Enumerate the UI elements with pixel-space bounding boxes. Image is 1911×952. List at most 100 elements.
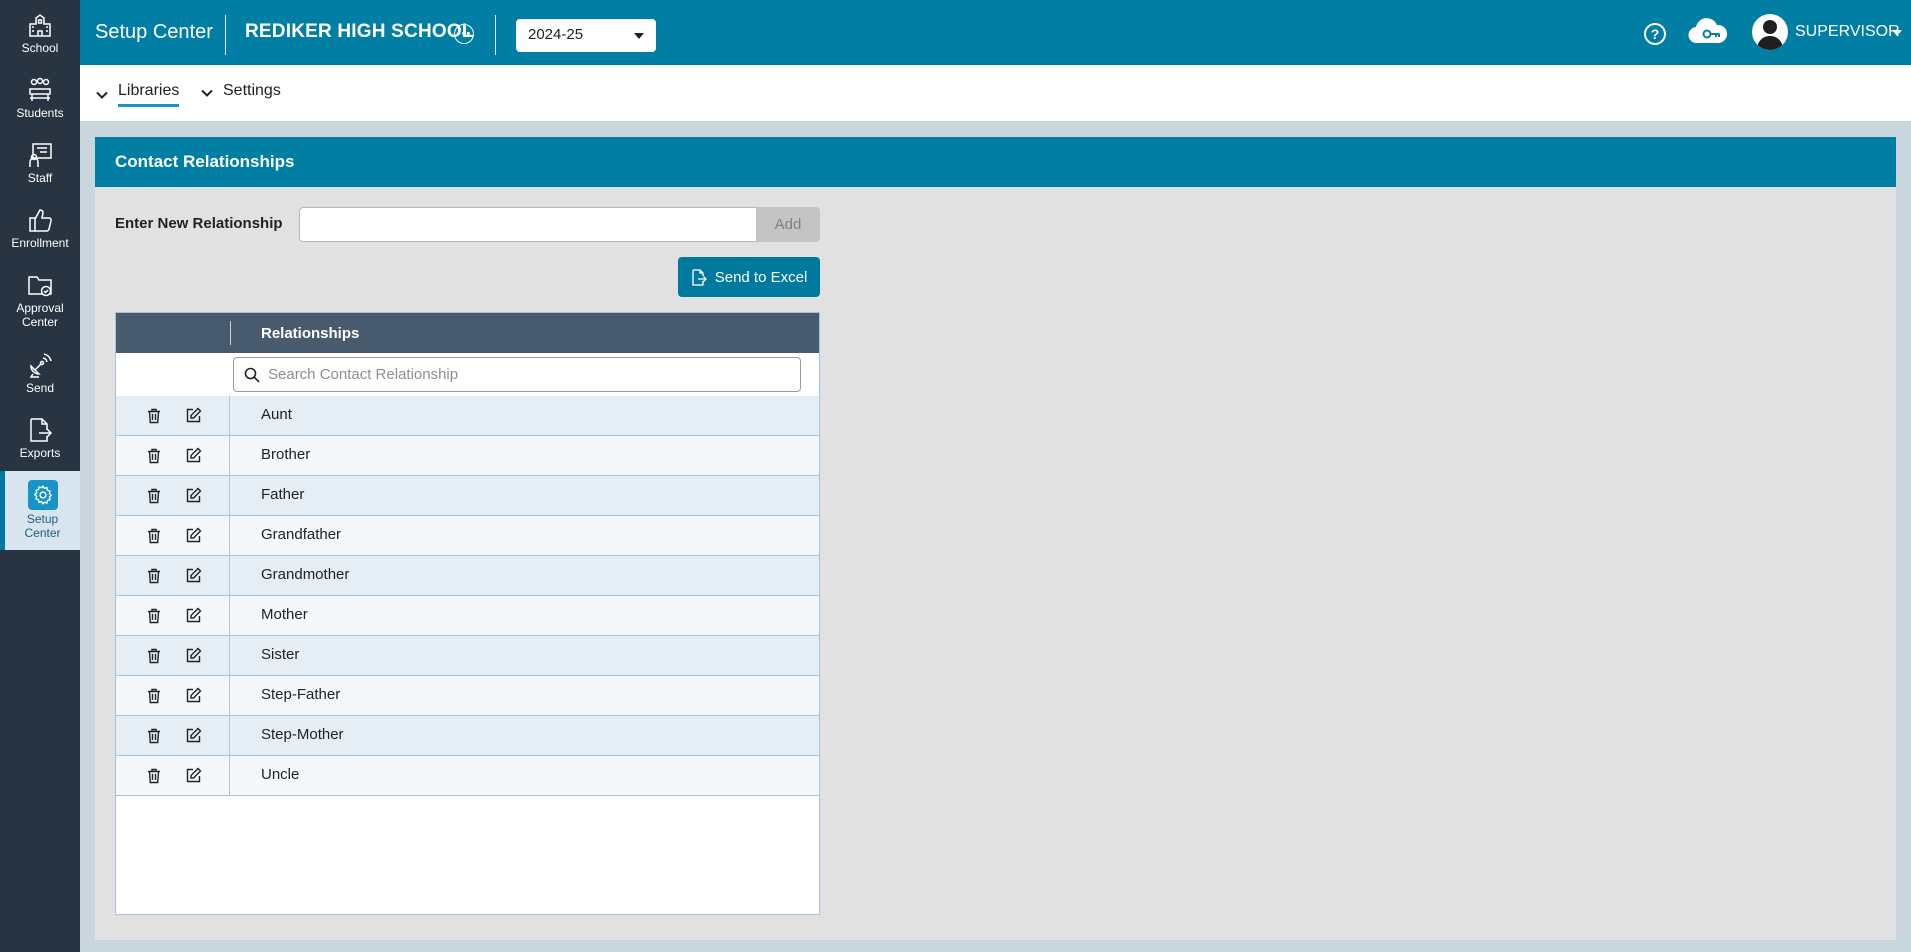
trash-icon[interactable] [147,488,161,509]
trash-icon[interactable] [147,648,161,669]
grid-body: Aunt Brother Father Grandfather Grandmother M… [116,396,819,796]
sidebar-item-label: Students [16,106,64,120]
top-bar: Setup Center REDIKER HIGH SCHOOL ••• 202… [80,0,1911,65]
avatar[interactable] [1752,14,1788,50]
sidebar-item-label: Approval [16,301,64,315]
school-year-select[interactable]: 2024-25 [516,19,656,52]
edit-icon[interactable] [185,767,202,789]
table-row[interactable]: Step-Mother [116,716,819,756]
edit-icon[interactable] [185,407,202,429]
relationship-name: Brother [261,446,311,463]
gear-icon [33,485,52,505]
file-export-icon [30,418,53,442]
sidebar-item-staff[interactable]: Staff [0,142,80,185]
relationships-column-header[interactable]: Relationships [261,325,359,342]
table-row[interactable]: Sister [116,636,819,676]
relationship-name: Aunt [261,406,292,423]
row-actions [116,556,230,595]
tab-libraries[interactable]: Libraries [96,82,180,107]
search-box [233,357,801,392]
sidebar-item-label: Setup [26,512,59,526]
trash-icon[interactable] [147,448,161,469]
edit-icon[interactable] [185,687,202,709]
edit-icon[interactable] [185,607,202,629]
cloud-key-icon[interactable] [1687,18,1729,46]
add-button[interactable]: Add [756,207,820,242]
row-actions [116,676,230,715]
relationship-name: Sister [261,646,300,663]
caret-down-icon [634,33,644,39]
chevron-down-icon [201,89,213,97]
column-divider [230,321,231,345]
trash-icon[interactable] [147,728,161,749]
row-actions [116,596,230,635]
table-row[interactable]: Aunt [116,396,819,436]
relationship-name: Uncle [261,766,300,783]
sidebar-item-label: Send [25,381,55,395]
edit-icon[interactable] [185,727,202,749]
sidebar-item-label: Center [21,315,59,329]
sidebar: School Students Staff Enrollment Approva… [0,0,80,952]
table-row[interactable]: Father [116,476,819,516]
search-input[interactable] [268,360,788,389]
relationship-name: Grandfather [261,526,342,543]
folder-check-icon [28,276,52,297]
relationship-name: Mother [261,606,308,623]
user-name[interactable]: SUPERVISOR [1795,23,1900,41]
table-row[interactable]: Uncle [116,756,819,796]
sidebar-item-label: Exports [19,446,61,460]
help-icon[interactable]: ? [1644,23,1666,45]
file-export-icon [692,268,707,286]
tab-label: Settings [223,82,281,99]
edit-icon[interactable] [185,487,202,509]
grid-search-row [116,353,819,396]
thumbs-up-icon [29,209,52,232]
search-icon [244,367,260,383]
tab-label: Libraries [118,82,180,107]
sidebar-item-school[interactable]: School [0,12,80,55]
caret-down-icon[interactable] [1892,30,1902,36]
trash-icon[interactable] [147,688,161,709]
row-actions [116,476,230,515]
sidebar-item-send[interactable]: Send [0,352,80,395]
trash-icon[interactable] [147,568,161,589]
sidebar-item-setup-center[interactable]: Setup Center [0,471,80,550]
trash-icon[interactable] [147,768,161,789]
school-year-value: 2024-25 [528,26,584,43]
row-actions [116,716,230,755]
send-to-excel-button[interactable]: Send to Excel [678,257,820,297]
sidebar-item-enrollment[interactable]: Enrollment [0,207,80,250]
sidebar-item-students[interactable]: Students [0,77,80,120]
contact-relationships-panel: Contact Relationships Enter New Relation… [95,137,1896,940]
table-row[interactable]: Brother [116,436,819,476]
grid-header: Relationships [116,313,819,353]
table-row[interactable]: Grandmother [116,556,819,596]
row-actions [116,636,230,675]
edit-icon[interactable] [185,527,202,549]
tab-settings[interactable]: Settings [201,82,281,104]
divider [495,15,496,55]
trash-icon[interactable] [147,528,161,549]
edit-icon[interactable] [185,647,202,669]
panel-title: Contact Relationships [95,137,1896,187]
sidebar-item-exports[interactable]: Exports [0,417,80,460]
new-relationship-input[interactable] [299,207,757,242]
relationship-name: Step-Father [261,686,341,703]
app-title: Setup Center [95,21,213,43]
staff-icon [29,143,52,167]
sidebar-item-label: School [21,41,59,55]
table-row[interactable]: Grandfather [116,516,819,556]
students-icon [29,77,51,101]
relationships-grid: Relationships Aunt Brother Father Grandfath… [115,312,820,915]
table-row[interactable]: Mother [116,596,819,636]
edit-icon[interactable] [185,567,202,589]
sub-navigation: Libraries Settings [80,65,1911,121]
sidebar-item-approval-center[interactable]: Approval Center [0,272,80,329]
relationship-name: Grandmother [261,566,350,583]
table-row[interactable]: Step-Father [116,676,819,716]
trash-icon[interactable] [147,408,161,429]
school-name[interactable]: REDIKER HIGH SCHOOL [245,21,474,43]
trash-icon[interactable] [147,608,161,629]
edit-icon[interactable] [185,447,202,469]
more-options-icon[interactable]: ••• [454,24,474,44]
